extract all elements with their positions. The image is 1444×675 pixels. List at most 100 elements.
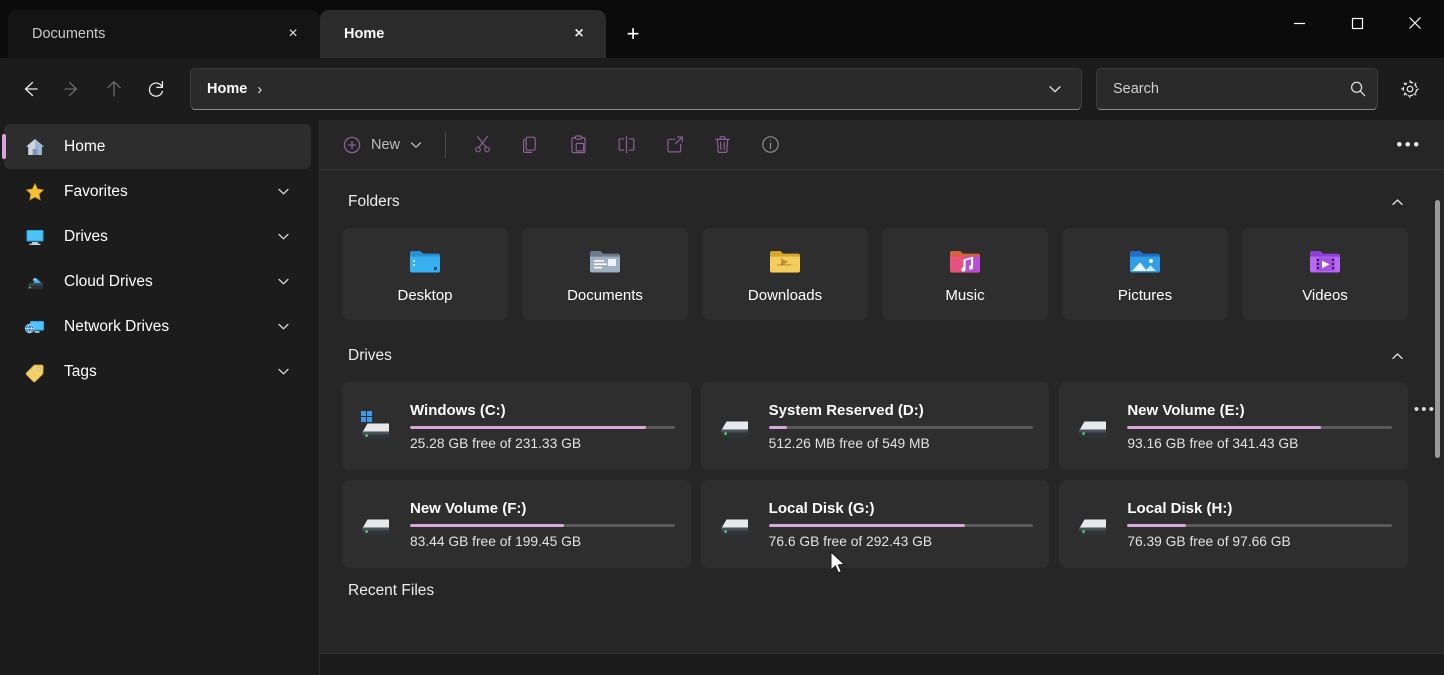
new-button-label: New: [371, 136, 401, 153]
forward-arrow-icon[interactable]: [52, 69, 92, 109]
chevron-down-icon[interactable]: [276, 184, 291, 199]
sidebar-item-home[interactable]: Home: [2, 124, 311, 169]
content-scroll-region[interactable]: Folders Desktop Documents Downloads Musi…: [320, 170, 1444, 653]
tab-home[interactable]: Home ×: [320, 10, 606, 58]
status-bar: [320, 653, 1444, 675]
tab-close-icon[interactable]: ×: [280, 21, 306, 47]
drive-card-c[interactable]: Windows (C:) 25.28 GB free of 231.33 GB: [342, 382, 691, 470]
folder-card-documents[interactable]: Documents: [522, 228, 688, 320]
minimize-icon[interactable]: [1270, 0, 1328, 46]
drive-card-f[interactable]: New Volume (F:) 83.44 GB free of 199.45 …: [342, 480, 691, 568]
breadcrumb-home[interactable]: Home: [207, 81, 247, 97]
drive-usage-bar: [410, 425, 675, 429]
drive-name: System Reserved (D:): [768, 401, 924, 419]
network-drive-icon: [22, 315, 48, 339]
gear-icon[interactable]: [1390, 69, 1430, 109]
sidebar-item-label: Tags: [64, 362, 97, 380]
sidebar-item-label: Drives: [64, 227, 108, 245]
search-input[interactable]: [1113, 81, 1349, 97]
maximize-icon[interactable]: [1328, 0, 1386, 46]
cut-icon[interactable]: [458, 127, 506, 163]
up-arrow-icon[interactable]: [94, 69, 134, 109]
drive-card-e[interactable]: New Volume (E:) 93.16 GB free of 341.43 …: [1059, 382, 1408, 470]
sidebar-item-tags[interactable]: Tags: [4, 349, 311, 394]
vertical-scrollbar[interactable]: [1433, 174, 1441, 649]
drive-free-space: 76.6 GB free of 292.43 GB: [768, 533, 933, 549]
address-field[interactable]: Home ›: [190, 68, 1082, 110]
search-box[interactable]: [1096, 68, 1378, 110]
rename-icon[interactable]: [602, 127, 650, 163]
folder-card-music[interactable]: Music: [882, 228, 1048, 320]
folder-label: Downloads: [747, 286, 823, 304]
folder-card-desktop[interactable]: Desktop: [342, 228, 508, 320]
sidebar-item-favorites[interactable]: Favorites: [4, 169, 311, 214]
back-arrow-icon[interactable]: [10, 69, 50, 109]
scrollbar-thumb[interactable]: [1435, 200, 1440, 458]
sidebar: Home Favorites Drives Cloud Drives Netwo…: [0, 120, 320, 675]
file-explorer-window: Documents × Home × + Home › Search Home …: [0, 0, 1444, 675]
folder-videos-icon: [1305, 245, 1345, 279]
folder-label: Pictures: [1117, 286, 1173, 304]
drive-card-d[interactable]: System Reserved (D:) 512.26 MB free of 5…: [700, 382, 1050, 470]
drive-usage-bar: [1127, 523, 1392, 527]
breadcrumb[interactable]: Home ›: [207, 81, 262, 98]
paste-icon[interactable]: [554, 127, 602, 163]
folder-label: Videos: [1302, 286, 1348, 304]
drive-info: Local Disk (H:) 76.39 GB free of 97.66 G…: [1127, 500, 1392, 549]
drive-free-space: 512.26 MB free of 549 MB: [768, 435, 930, 451]
copy-icon[interactable]: [506, 127, 554, 163]
drive-free-space: 83.44 GB free of 199.45 GB: [410, 533, 582, 549]
chevron-down-icon[interactable]: [276, 364, 291, 379]
drive-name: New Volume (F:): [410, 499, 527, 517]
drive-usage-bar: [768, 425, 1034, 429]
drive-icon: [715, 409, 757, 443]
share-icon[interactable]: [650, 127, 698, 163]
chevron-up-icon[interactable]: [1380, 342, 1414, 370]
chevron-up-icon[interactable]: [1380, 188, 1414, 216]
sidebar-item-cloud-drives[interactable]: Cloud Drives: [4, 259, 311, 304]
drive-card-g[interactable]: Local Disk (G:) 76.6 GB free of 292.43 G…: [700, 480, 1050, 568]
drive-icon: [1073, 507, 1115, 541]
drive-usage-bar: [1127, 425, 1392, 429]
delete-icon[interactable]: [698, 127, 746, 163]
refresh-icon[interactable]: [136, 69, 176, 109]
title-bar: Documents × Home × +: [0, 0, 1444, 58]
toolbar-overflow-button[interactable]: •••: [1388, 128, 1430, 162]
tab-label: Documents: [32, 26, 106, 42]
window-controls: [1270, 0, 1444, 46]
sidebar-item-network-drives[interactable]: Network Drives: [4, 304, 311, 349]
monitor-icon: [22, 225, 48, 249]
sidebar-item-drives[interactable]: Drives: [4, 214, 311, 259]
properties-icon[interactable]: [746, 127, 794, 163]
folder-label: Music: [945, 286, 985, 304]
address-bar: Home ›: [0, 58, 1444, 120]
home-icon: [22, 135, 48, 159]
folder-pictures-icon: [1125, 245, 1165, 279]
new-tab-button[interactable]: +: [612, 13, 654, 55]
drive-icon: [356, 507, 398, 541]
cloud-drive-icon: [22, 270, 48, 294]
folder-downloads-icon: [765, 245, 805, 279]
search-icon[interactable]: [1349, 80, 1367, 98]
close-icon[interactable]: [1386, 0, 1444, 46]
drive-name: Local Disk (G:): [768, 499, 875, 517]
chevron-down-icon[interactable]: [1035, 69, 1075, 109]
folder-card-pictures[interactable]: Pictures: [1062, 228, 1228, 320]
sidebar-item-label: Cloud Drives: [64, 272, 153, 290]
main-body: Home Favorites Drives Cloud Drives Netwo…: [0, 120, 1444, 675]
star-icon: [22, 180, 48, 204]
folder-card-downloads[interactable]: Downloads: [702, 228, 868, 320]
chevron-down-icon[interactable]: [276, 229, 291, 244]
tab-close-icon[interactable]: ×: [566, 21, 592, 47]
chevron-down-icon[interactable]: [409, 138, 423, 152]
drive-name: New Volume (E:): [1127, 401, 1245, 419]
folder-label: Documents: [567, 286, 643, 304]
folder-card-videos[interactable]: Videos: [1242, 228, 1408, 320]
chevron-down-icon[interactable]: [276, 274, 291, 289]
chevron-down-icon[interactable]: [276, 319, 291, 334]
drive-name: Local Disk (H:): [1127, 499, 1233, 517]
drive-card-h[interactable]: Local Disk (H:) 76.39 GB free of 97.66 G…: [1059, 480, 1408, 568]
tab-documents[interactable]: Documents ×: [8, 10, 320, 58]
section-title: Folders: [348, 193, 400, 210]
new-button[interactable]: New: [338, 128, 431, 162]
